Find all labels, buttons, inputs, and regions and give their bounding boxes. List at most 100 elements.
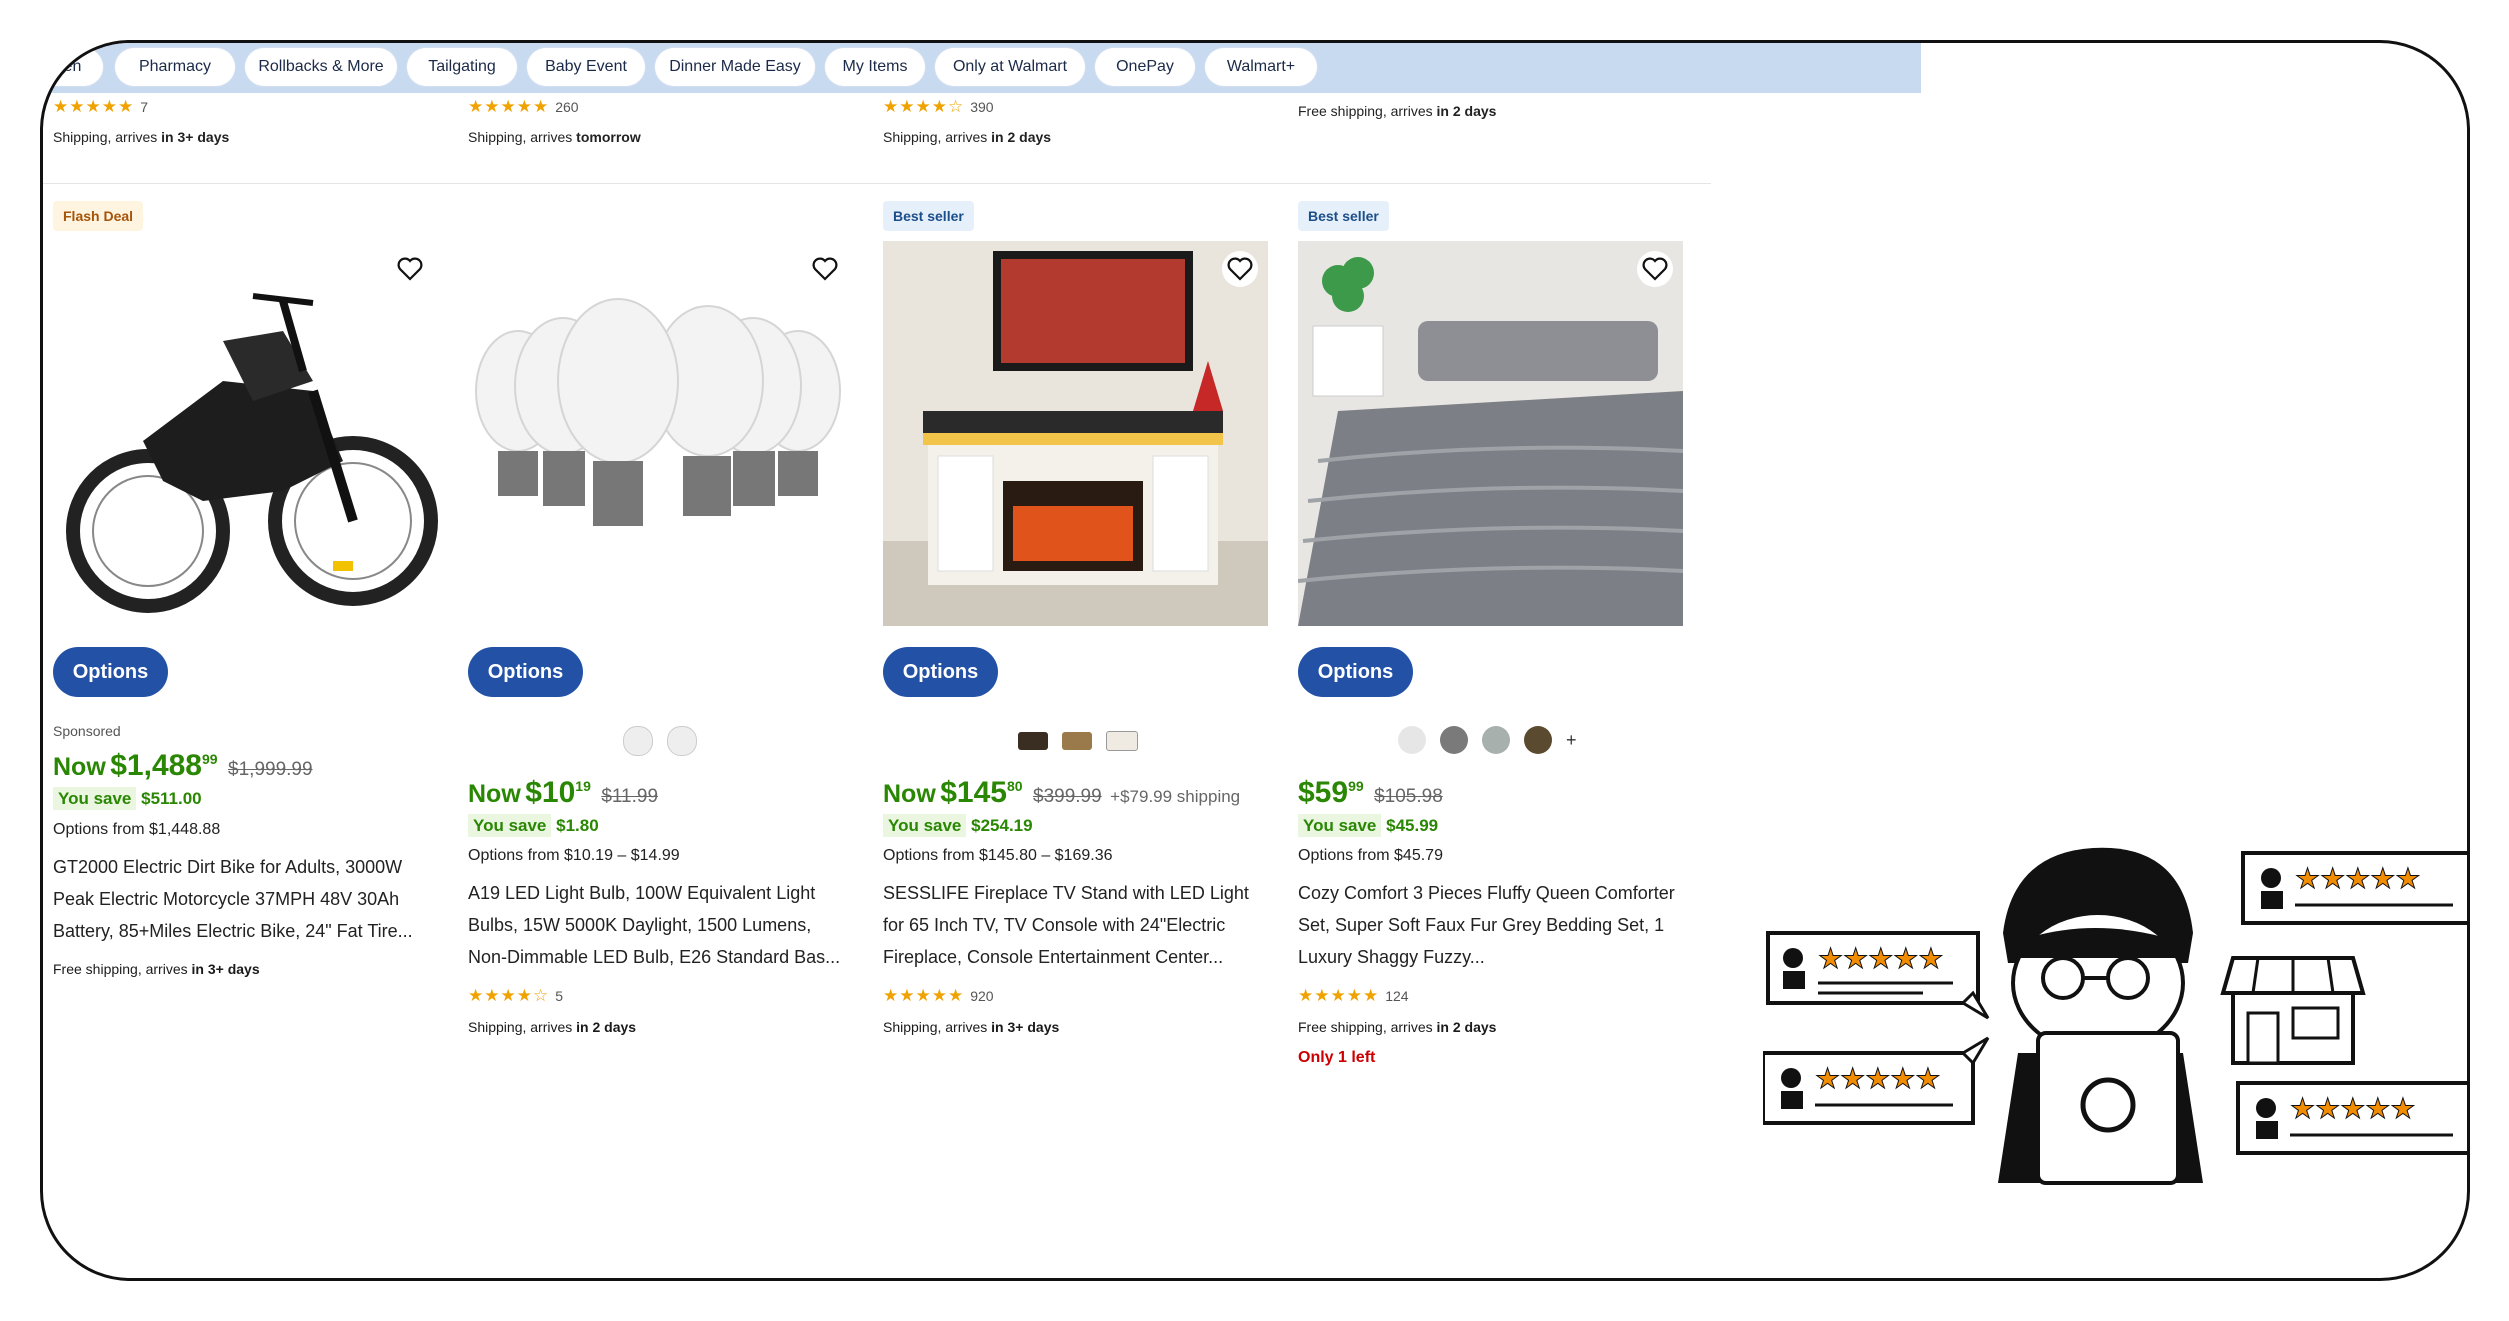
product-image-tv-stand-fireplace[interactable] [883, 241, 1268, 626]
product-title[interactable]: GT2000 Electric Dirt Bike for Adults, 30… [53, 851, 438, 947]
options-button[interactable]: Options [883, 647, 998, 697]
nav-pill-een[interactable]: een [43, 48, 103, 86]
review-bubble-icon: ★★★★★ [1761, 1036, 1990, 1125]
person-with-laptop-icon [1998, 847, 2203, 1185]
variant-swatch[interactable] [1440, 726, 1468, 754]
more-variants[interactable]: + [1566, 730, 1577, 751]
you-save-line: You save $254.19 [883, 814, 1033, 837]
row-divider [43, 183, 1711, 184]
was-price: $399.99 [1033, 786, 1102, 807]
was-price: $1,999.99 [228, 759, 313, 780]
variant-swatch[interactable] [1524, 726, 1552, 754]
you-save-amount: $45.99 [1386, 816, 1439, 835]
favorite-heart-icon[interactable] [1637, 251, 1673, 287]
you-save-amount: $511.00 [141, 789, 202, 808]
price-dollars: $10 [525, 776, 576, 809]
product-title[interactable]: Cozy Comfort 3 Pieces Fluffy Queen Comfo… [1298, 877, 1683, 973]
stock-warning: Only 1 left [1298, 1049, 1376, 1066]
nav-pill-tailgating[interactable]: Tailgating [407, 48, 517, 86]
shipping-info: Free shipping, arrives in 2 days [1298, 1019, 1497, 1035]
rating-stars: ★★★★★ [468, 97, 550, 116]
rating-count: 5 [555, 988, 563, 1004]
rating: ★★★★☆ 5 [468, 986, 563, 1006]
favorite-heart-icon[interactable] [392, 251, 428, 287]
variant-swatch[interactable] [1106, 731, 1138, 751]
nav-pill-only-at-walmart[interactable]: Only at Walmart [935, 48, 1085, 86]
rating-count: 920 [970, 988, 994, 1004]
was-price: $11.99 [601, 786, 659, 807]
variant-swatch[interactable] [1482, 726, 1510, 754]
product-image-comforter-set[interactable] [1298, 241, 1683, 626]
now-label: Now [53, 753, 106, 781]
you-save-line: You save $1.80 [468, 814, 599, 837]
you-save-line: You save $45.99 [1298, 814, 1439, 837]
you-save-amount: $254.19 [971, 816, 1033, 835]
screenshot-frame: een Pharmacy Rollbacks & More Tailgating… [40, 40, 2470, 1281]
best-seller-badge: Best seller [883, 201, 974, 231]
price-cents: 99 [202, 751, 218, 767]
price-line: $5999 $105.98 [1298, 776, 1443, 810]
product-title[interactable]: SESSLIFE Fireplace TV Stand with LED Lig… [883, 877, 1268, 973]
you-save-amount: $1.80 [556, 816, 599, 835]
shipping-info: Shipping, arrives in 3+ days [53, 129, 230, 145]
favorite-heart-icon[interactable] [1222, 251, 1258, 287]
shipping-info: Free shipping, arrives in 2 days [1298, 103, 1497, 119]
nav-pill-pharmacy[interactable]: Pharmacy [115, 48, 235, 86]
now-label: Now [883, 780, 936, 808]
price-dollars: $59 [1298, 776, 1349, 809]
top-row-item: ★★★★★ 7 Shipping, arrives in 3+ days [53, 97, 443, 145]
svg-text:★★★★★: ★★★★★ [2295, 862, 2421, 895]
nav-pill-walmart-plus[interactable]: Walmart+ [1205, 48, 1317, 86]
you-save-label: You save [468, 814, 552, 837]
variant-swatch[interactable] [623, 726, 653, 756]
was-price: $105.98 [1374, 786, 1443, 807]
variant-swatch[interactable] [667, 726, 697, 756]
product-card[interactable]: Options Now $1019 $11.99 You save $1.80 … [468, 201, 853, 1101]
product-card[interactable]: Best seller Options [1298, 201, 1683, 1101]
options-button[interactable]: Options [53, 647, 168, 697]
price-cents: 19 [575, 778, 591, 794]
options-button[interactable]: Options [1298, 647, 1413, 697]
nav-pill-baby-event[interactable]: Baby Event [527, 48, 645, 86]
product-title[interactable]: A19 LED Light Bulb, 100W Equivalent Ligh… [468, 877, 853, 973]
svg-text:★★★★★: ★★★★★ [2290, 1092, 2416, 1125]
you-save-label: You save [53, 787, 137, 810]
flash-deal-badge: Flash Deal [53, 201, 144, 231]
price-line: Now $14580 $399.99 +$79.99 shipping [883, 776, 1240, 810]
nav-pill-dinner-made-easy[interactable]: Dinner Made Easy [655, 48, 815, 86]
nav-pill-my-items[interactable]: My Items [825, 48, 925, 86]
nav-pill-onepay[interactable]: OnePay [1095, 48, 1195, 86]
rating-stars: ★★★★★ [53, 97, 135, 116]
rating: ★★★★★ 920 [883, 986, 994, 1006]
svg-text:★★★★★: ★★★★★ [1815, 1062, 1941, 1095]
product-image-led-bulbs[interactable] [468, 241, 853, 626]
review-bubble-icon: ★★★★★ [1766, 931, 1990, 1020]
variant-swatch[interactable] [1062, 732, 1092, 750]
review-bubble-icon: ★★★★★ [2241, 851, 2467, 925]
now-label: Now [468, 780, 521, 808]
review-bubble-icon: ★★★★★ [2236, 1081, 2467, 1155]
rating-count: 390 [970, 99, 994, 115]
you-save-label: You save [1298, 814, 1382, 837]
top-row-item: Free shipping, arrives in 2 days [1298, 103, 1688, 119]
shipping-info: Shipping, arrives tomorrow [468, 129, 641, 145]
options-from: Options from $145.80 – $169.36 [883, 847, 1113, 864]
nav-pill-rollbacks[interactable]: Rollbacks & More [245, 48, 397, 86]
variant-swatches [623, 726, 697, 756]
favorite-heart-icon[interactable] [807, 251, 843, 287]
variant-swatch[interactable] [1018, 732, 1048, 750]
price-cents: 80 [1006, 778, 1023, 794]
product-card[interactable]: Flash Deal Options Sponsored Now $1,4889… [53, 201, 438, 1101]
options-from: Options from $45.79 [1298, 847, 1443, 864]
product-image-electric-dirt-bike[interactable] [53, 241, 438, 626]
shipping-info: Free shipping, arrives in 3+ days [53, 961, 260, 977]
best-seller-badge: Best seller [1298, 201, 1389, 231]
rating-count: 124 [1385, 988, 1409, 1004]
options-button[interactable]: Options [468, 647, 583, 697]
product-card[interactable]: Best seller Options [883, 201, 1268, 1101]
price-cents: 99 [1348, 778, 1364, 794]
top-row-item: ★★★★☆ 390 Shipping, arrives in 2 days [883, 97, 1273, 145]
variant-swatch[interactable] [1398, 726, 1426, 754]
shipping-info: Shipping, arrives in 2 days [468, 1019, 637, 1035]
price-line: Now $1019 $11.99 [468, 776, 658, 810]
